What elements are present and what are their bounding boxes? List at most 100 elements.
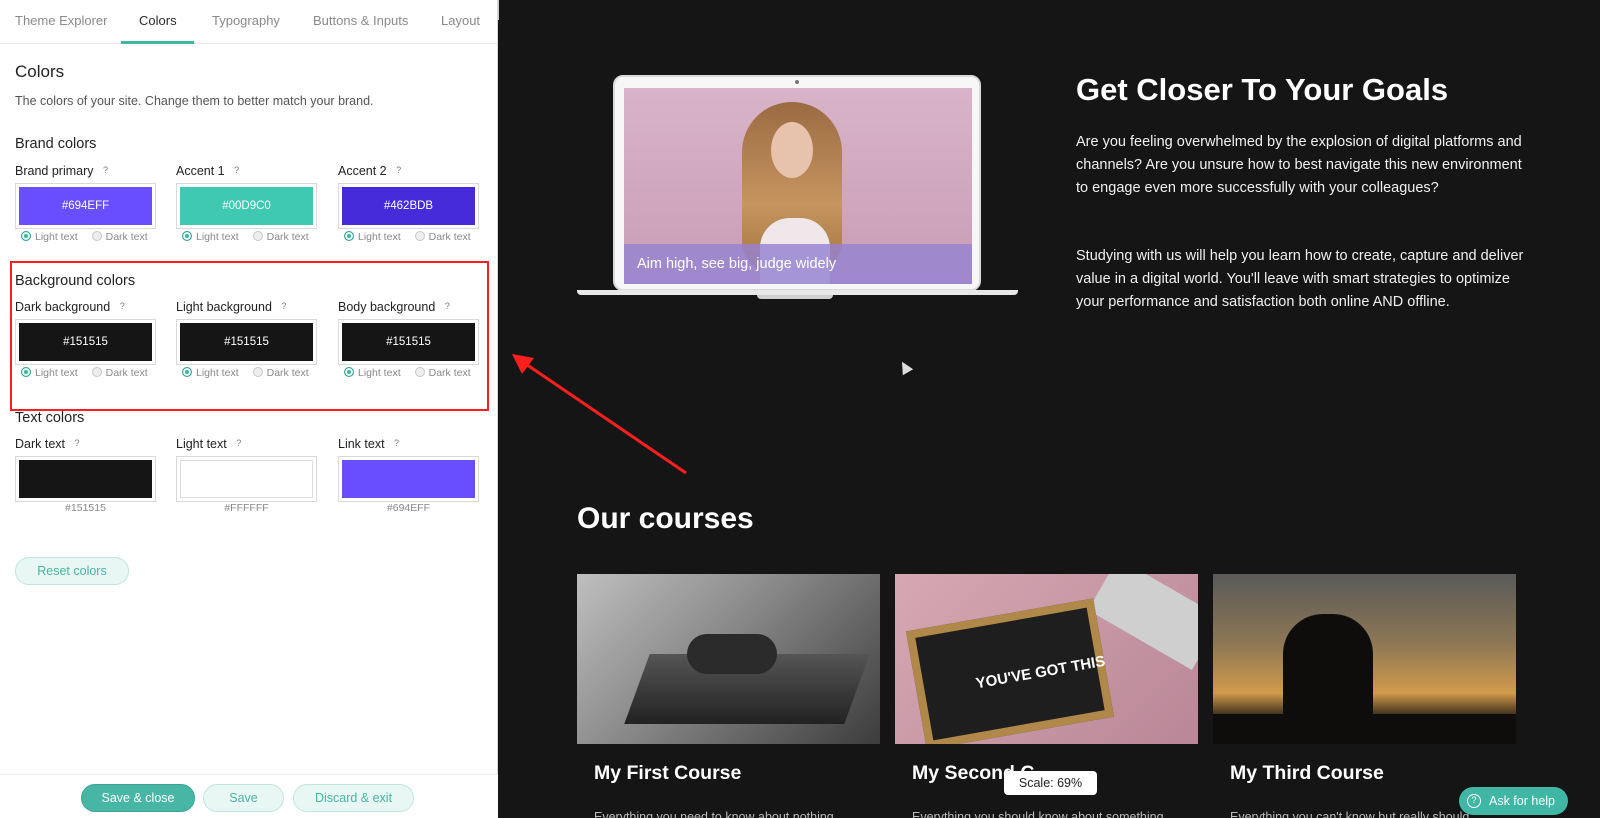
course-image: YOU'VE GOT THIS bbox=[895, 574, 1198, 744]
light-text-label[interactable]: Light text bbox=[196, 231, 239, 243]
brand-primary-text-choice: Light text Dark text bbox=[21, 231, 162, 243]
link-text-swatch[interactable] bbox=[338, 456, 479, 502]
dark-text-swatch[interactable] bbox=[15, 456, 156, 502]
light-text-swatch[interactable] bbox=[176, 456, 317, 502]
help-icon[interactable]: ? bbox=[100, 164, 112, 176]
body-background-swatch[interactable]: #151515 bbox=[338, 319, 479, 365]
brand-colors-heading: Brand colors bbox=[15, 136, 97, 152]
body-background-label: Body background? bbox=[338, 300, 453, 314]
editor-tabs: Theme Explorer Colors Typography Buttons… bbox=[0, 0, 498, 44]
light-text-label[interactable]: Light text bbox=[35, 231, 78, 243]
light-text-radio[interactable] bbox=[344, 367, 354, 377]
swatch-color-fill bbox=[342, 460, 475, 498]
course-card[interactable]: My Third Course Everything you can't kno… bbox=[1213, 574, 1516, 818]
course-card[interactable]: My First Course Everything you need to k… bbox=[577, 574, 880, 818]
swatch-color-fill bbox=[180, 460, 313, 498]
goals-heading: Get Closer To Your Goals bbox=[1076, 72, 1449, 107]
link-text-label: Link text? bbox=[338, 437, 403, 451]
accent-1-label: Accent 1? bbox=[176, 164, 243, 178]
save-button[interactable]: Save bbox=[203, 784, 284, 812]
hero-caption: Aim high, see big, judge widely bbox=[637, 256, 837, 272]
hero-image: Aim high, see big, judge widely bbox=[624, 88, 972, 284]
help-icon[interactable]: ? bbox=[71, 437, 83, 449]
save-close-button[interactable]: Save & close bbox=[81, 784, 195, 812]
dark-text-label[interactable]: Dark text bbox=[429, 367, 471, 379]
accent-1-swatch[interactable]: #00D9C0 bbox=[176, 183, 317, 229]
swatch-color-fill: #00D9C0 bbox=[180, 187, 313, 225]
help-icon[interactable]: ? bbox=[116, 300, 128, 312]
link-text-hex: #694EFF bbox=[386, 502, 431, 514]
hero-person-face bbox=[771, 122, 813, 178]
swatch-color-fill: #694EFF bbox=[19, 187, 152, 225]
swatch-color-fill bbox=[19, 460, 152, 498]
light-text-radio[interactable] bbox=[182, 231, 192, 241]
scale-indicator: Scale: 69% bbox=[1004, 771, 1097, 795]
dark-text-label[interactable]: Dark text bbox=[429, 231, 471, 243]
ground-silhouette bbox=[1213, 714, 1516, 744]
tab-buttons-inputs[interactable]: Buttons & Inputs bbox=[313, 13, 408, 28]
tab-colors[interactable]: Colors bbox=[139, 13, 177, 28]
dark-text-radio[interactable] bbox=[414, 231, 425, 241]
background-colors-heading: Background colors bbox=[15, 273, 136, 289]
help-icon[interactable]: ? bbox=[393, 164, 405, 176]
course-description: Everything you need to know about nothin… bbox=[594, 810, 834, 818]
tab-theme-explorer[interactable]: Theme Explorer bbox=[15, 13, 107, 28]
laptop-camera bbox=[795, 80, 799, 84]
light-background-label: Light background? bbox=[176, 300, 290, 314]
light-text-label[interactable]: Light text bbox=[358, 231, 401, 243]
tab-typography[interactable]: Typography bbox=[212, 13, 280, 28]
dark-text-label[interactable]: Dark text bbox=[267, 367, 309, 379]
courses-heading: Our courses bbox=[577, 502, 754, 535]
help-icon[interactable]: ? bbox=[441, 300, 453, 312]
dark-background-text-choice: Light text Dark text bbox=[21, 367, 162, 379]
light-text-label[interactable]: Light text bbox=[358, 367, 401, 379]
dark-text-radio[interactable] bbox=[91, 231, 102, 241]
tab-layout[interactable]: Layout bbox=[441, 13, 480, 28]
dark-text-hex: #151515 bbox=[65, 502, 106, 514]
dark-background-label: Dark background? bbox=[15, 300, 128, 314]
dark-background-swatch[interactable]: #151515 bbox=[15, 319, 156, 365]
accent-2-text-choice: Light text Dark text bbox=[344, 231, 485, 243]
dark-text-radio[interactable] bbox=[252, 367, 263, 377]
light-text-label[interactable]: Light text bbox=[196, 367, 239, 379]
active-tab-indicator bbox=[121, 41, 194, 44]
course-description: Everything you can't know but really sho… bbox=[1230, 810, 1470, 818]
theme-editor-panel: Theme Explorer Colors Typography Buttons… bbox=[0, 0, 498, 818]
help-icon[interactable]: ? bbox=[231, 164, 243, 176]
annotation-arrow bbox=[512, 354, 687, 475]
dark-text-label[interactable]: Dark text bbox=[267, 231, 309, 243]
goals-paragraph-2: Studying with us will help you learn how… bbox=[1076, 248, 1524, 310]
help-icon[interactable]: ? bbox=[233, 437, 245, 449]
dark-text-radio[interactable] bbox=[91, 367, 102, 377]
accent-2-swatch[interactable]: #462BDB bbox=[338, 183, 479, 229]
dark-text-label: Dark text? bbox=[15, 437, 83, 451]
dark-text-radio[interactable] bbox=[414, 367, 425, 377]
course-title[interactable]: My First Course bbox=[594, 762, 741, 785]
swatch-color-fill: #151515 bbox=[19, 323, 152, 361]
help-icon: ? bbox=[1467, 794, 1481, 808]
light-text-label[interactable]: Light text bbox=[35, 367, 78, 379]
discard-exit-button[interactable]: Discard & exit bbox=[293, 784, 414, 812]
swatch-color-fill: #462BDB bbox=[342, 187, 475, 225]
help-icon[interactable]: ? bbox=[278, 300, 290, 312]
light-text-radio[interactable] bbox=[21, 231, 31, 241]
mouse-cursor-icon bbox=[896, 358, 914, 376]
help-icon[interactable]: ? bbox=[391, 437, 403, 449]
body-background-text-choice: Light text Dark text bbox=[344, 367, 485, 379]
reset-colors-button[interactable]: Reset colors bbox=[15, 557, 129, 585]
accent-1-text-choice: Light text Dark text bbox=[182, 231, 323, 243]
keyboard-photo-shape bbox=[1088, 574, 1198, 670]
ask-for-help-button[interactable]: ? Ask for help bbox=[1459, 787, 1568, 815]
light-text-radio[interactable] bbox=[21, 367, 31, 377]
goals-paragraph-1: Are you feeling overwhelmed by the explo… bbox=[1076, 134, 1522, 196]
light-text-radio[interactable] bbox=[344, 231, 354, 241]
dark-text-radio[interactable] bbox=[252, 231, 263, 241]
light-text-color-label: Light text? bbox=[176, 437, 245, 451]
dark-text-label[interactable]: Dark text bbox=[106, 231, 148, 243]
brand-primary-swatch[interactable]: #694EFF bbox=[15, 183, 156, 229]
dark-text-label[interactable]: Dark text bbox=[106, 367, 148, 379]
light-text-radio[interactable] bbox=[182, 367, 192, 377]
light-background-swatch[interactable]: #151515 bbox=[176, 319, 317, 365]
course-title[interactable]: My Third Course bbox=[1230, 762, 1384, 785]
course-image bbox=[1213, 574, 1516, 744]
